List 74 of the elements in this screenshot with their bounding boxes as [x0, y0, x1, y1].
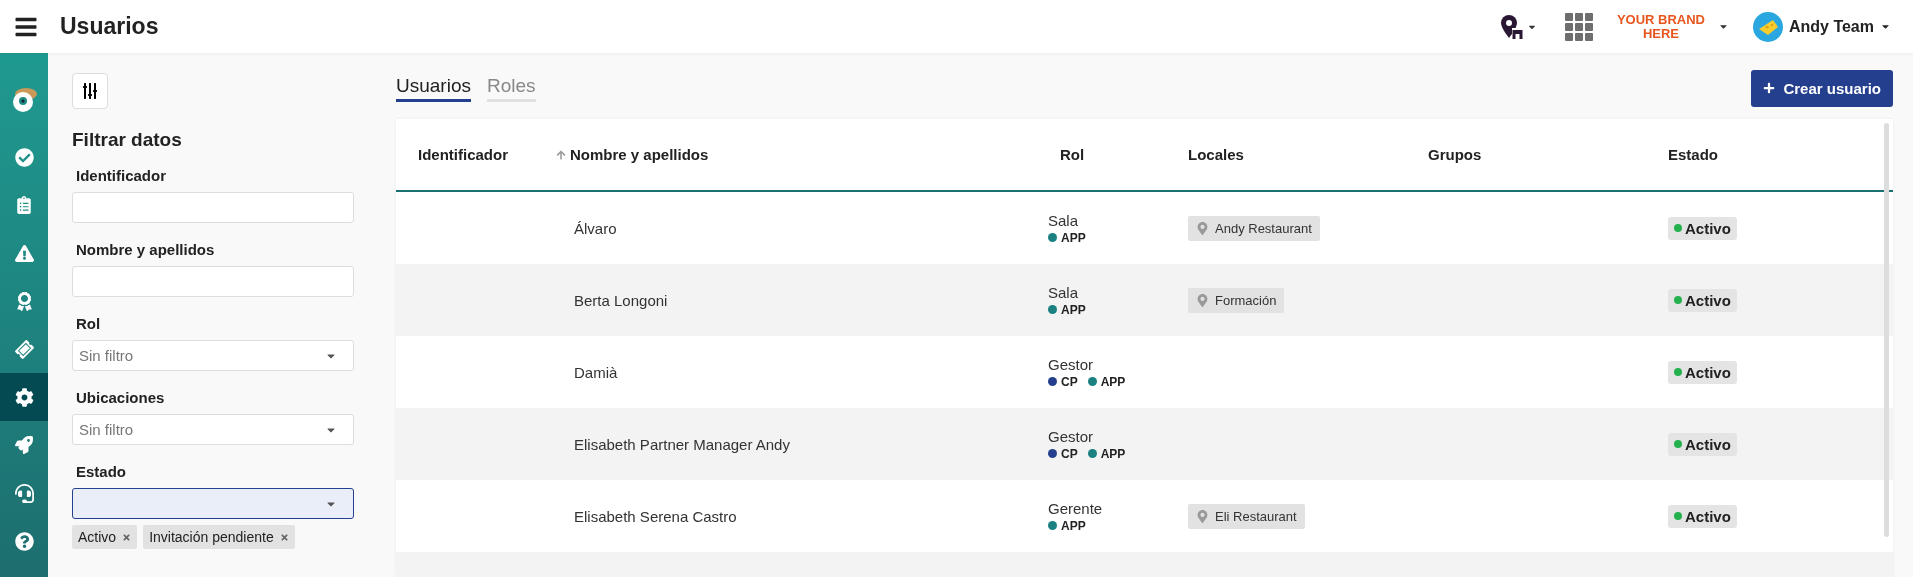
create-user-button[interactable]: Crear usuario [1751, 69, 1893, 107]
page-title: Usuarios [60, 13, 159, 40]
table-cell-text: Berta Longoni [573, 291, 669, 309]
column-header[interactable]: Nombre y apellidos [538, 146, 1038, 163]
scrollbar[interactable] [1884, 123, 1889, 537]
pin-store-icon [1499, 13, 1524, 40]
role-name: Sala [1048, 211, 1080, 229]
role-name: Gerente [1048, 499, 1104, 517]
column-header[interactable]: Grupos [1428, 146, 1668, 163]
filter-chip[interactable]: Invitación pendiente [143, 525, 295, 549]
select-field[interactable] [72, 488, 354, 519]
status-badge: Activo [1668, 216, 1737, 240]
sliders-icon [82, 83, 98, 99]
grid-icon [1564, 12, 1593, 41]
table-cell-text: Elisabeth Partner Manager Andy [573, 435, 791, 453]
account-menu[interactable]: Andy Team [1742, 11, 1899, 42]
cheese-avatar-icon [1752, 11, 1783, 42]
pin-icon [1196, 509, 1209, 523]
remove-icon [122, 532, 132, 542]
settings-icon [14, 387, 34, 407]
location-store-button[interactable] [1499, 13, 1537, 40]
brand-switcher[interactable]: YOUR BRAND HERE [1606, 12, 1729, 41]
location-tag: Formación [1188, 287, 1285, 313]
filter-chip[interactable]: Activo [72, 525, 138, 549]
rocket-icon [15, 436, 33, 454]
ticket-icon [12, 337, 36, 361]
table-cell-text: Elisabeth Serena Castro [573, 507, 738, 525]
app-label: APP [1061, 230, 1086, 245]
app-label: CP [1061, 446, 1078, 461]
status-badge: Activo [1668, 504, 1737, 528]
sort-arrow-icon [556, 149, 566, 160]
field-label: Ubicaciones [76, 389, 166, 406]
award-icon [14, 291, 34, 311]
field-label: Identificador [76, 167, 167, 184]
pin-icon [1196, 221, 1209, 235]
field-label: Estado [76, 463, 127, 480]
tab[interactable]: Usuarios [396, 74, 471, 102]
app-label: APP [1100, 374, 1126, 389]
pin-icon [1196, 293, 1209, 307]
filter-settings-button[interactable] [72, 73, 108, 109]
app-label: APP [1061, 518, 1086, 533]
column-header[interactable]: Identificador [396, 146, 538, 163]
column-header[interactable]: Locales [1188, 146, 1428, 163]
role-name: Sala [1048, 283, 1080, 301]
apps-grid-button[interactable] [1564, 12, 1593, 41]
plus-icon [1763, 82, 1776, 94]
field-label: Rol [76, 315, 102, 332]
status-badge: Activo [1668, 360, 1737, 384]
field-label: Nombre y apellidos [76, 241, 216, 258]
table-cell-text: Álvaro [573, 219, 618, 237]
help-icon [14, 531, 34, 551]
location-tag: Andy Restaurant [1188, 215, 1320, 241]
column-header[interactable]: Rol [1038, 146, 1188, 163]
location-tag: Eli Restaurant [1188, 503, 1305, 529]
input-field[interactable] [72, 192, 354, 223]
table-cell-text: Damià [573, 363, 619, 381]
app-label: CP [1061, 374, 1078, 389]
select-field[interactable]: Sin filtro [72, 340, 354, 371]
app-label: APP [1061, 302, 1086, 317]
remove-icon [279, 532, 289, 542]
status-badge: Activo [1668, 288, 1737, 312]
clipboard-icon [15, 196, 33, 214]
app-label: APP [1100, 446, 1126, 461]
headset-icon [14, 483, 34, 503]
sidebar-item[interactable] [0, 373, 48, 421]
check-icon [14, 147, 34, 167]
warning-icon [14, 243, 34, 263]
column-header[interactable]: Estado [1668, 146, 1877, 163]
select-field[interactable]: Sin filtro [72, 414, 354, 445]
role-name: Gestor [1048, 427, 1094, 445]
filter-title: Filtrar datos [72, 129, 183, 151]
input-field[interactable] [72, 266, 354, 297]
role-name: Gestor [1048, 355, 1094, 373]
status-badge: Activo [1668, 432, 1737, 456]
